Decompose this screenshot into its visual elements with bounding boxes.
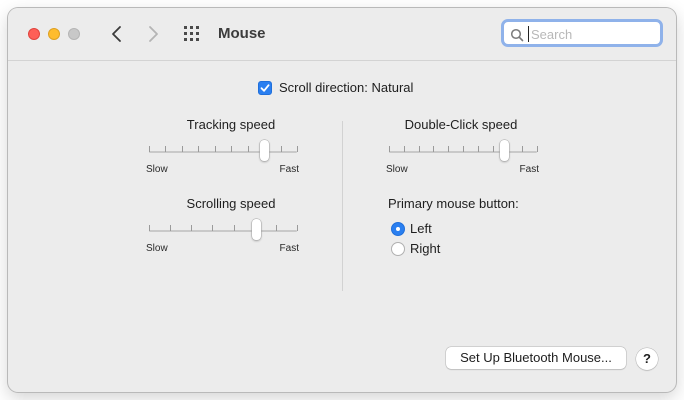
set-up-bluetooth-mouse-button[interactable]: Set Up Bluetooth Mouse...: [446, 347, 626, 369]
slider-tick: [281, 146, 282, 152]
slider-tick: [149, 225, 150, 231]
slider-tick: [276, 225, 277, 231]
slider-tick: [493, 146, 494, 152]
radio-right-circle[interactable]: [391, 242, 405, 256]
slider-tick: [448, 146, 449, 152]
forward-button[interactable]: [142, 23, 164, 45]
slider-tick: [419, 146, 420, 152]
close-button[interactable]: [28, 28, 40, 40]
slider-tick: [537, 146, 538, 152]
slider-tick: [297, 225, 298, 231]
slider-tick: [389, 146, 390, 152]
window-title: Mouse: [218, 25, 266, 42]
slider-tick: [234, 225, 235, 231]
checkmark-icon: [260, 84, 270, 92]
slider-tick: [182, 146, 183, 152]
search-field[interactable]: [501, 19, 663, 47]
forward-chevron-icon: [149, 26, 158, 42]
primary-button-heading: Primary mouse button:: [388, 196, 519, 211]
back-button[interactable]: [106, 23, 128, 45]
scrolling-fast-label: Fast: [279, 243, 299, 254]
slider-track: [149, 151, 297, 153]
radio-left-circle[interactable]: [391, 222, 405, 236]
slider-tick: [149, 146, 150, 152]
slider-tick: [463, 146, 464, 152]
scrolling-speed-slider[interactable]: [146, 196, 316, 242]
scroll-direction-label: Scroll direction: Natural: [279, 80, 414, 95]
slider-tick: [248, 146, 249, 152]
slider-tick: [170, 225, 171, 231]
slider-knob[interactable]: [500, 140, 509, 161]
column-divider: [342, 121, 343, 291]
search-icon: [510, 28, 524, 42]
radio-right-label: Right: [410, 241, 441, 256]
slider-tick: [215, 146, 216, 152]
tracking-fast-label: Fast: [279, 164, 299, 175]
title-bar: Mouse: [8, 8, 676, 61]
slider-tick: [522, 146, 523, 152]
scroll-direction-checkbox[interactable]: [258, 81, 272, 95]
scrolling-slow-label: Slow: [146, 243, 168, 254]
double-click-speed-slider[interactable]: [386, 117, 556, 163]
slider-tick: [191, 225, 192, 231]
back-chevron-icon: [112, 26, 121, 42]
tracking-speed-slider[interactable]: [146, 117, 316, 163]
double-click-slow-label: Slow: [386, 164, 408, 175]
mouse-preferences-window: Mouse Scroll direction: Natural Tracking…: [8, 8, 676, 392]
show-all-button[interactable]: [183, 25, 203, 43]
slider-tick: [404, 146, 405, 152]
slider-tick: [297, 146, 298, 152]
slider-knob[interactable]: [260, 140, 269, 161]
grid-icon: [184, 26, 199, 41]
zoom-button[interactable]: [68, 28, 80, 40]
slider-track: [149, 230, 297, 232]
radio-left-label: Left: [410, 221, 432, 236]
slider-tick: [212, 225, 213, 231]
tracking-slow-label: Slow: [146, 164, 168, 175]
slider-tick: [478, 146, 479, 152]
minimize-button[interactable]: [48, 28, 60, 40]
double-click-fast-label: Fast: [519, 164, 539, 175]
slider-knob[interactable]: [252, 219, 261, 240]
slider-tick: [231, 146, 232, 152]
slider-tick: [433, 146, 434, 152]
slider-tick: [165, 146, 166, 152]
slider-tick: [198, 146, 199, 152]
search-input[interactable]: [528, 26, 657, 42]
help-button[interactable]: ?: [636, 348, 658, 370]
